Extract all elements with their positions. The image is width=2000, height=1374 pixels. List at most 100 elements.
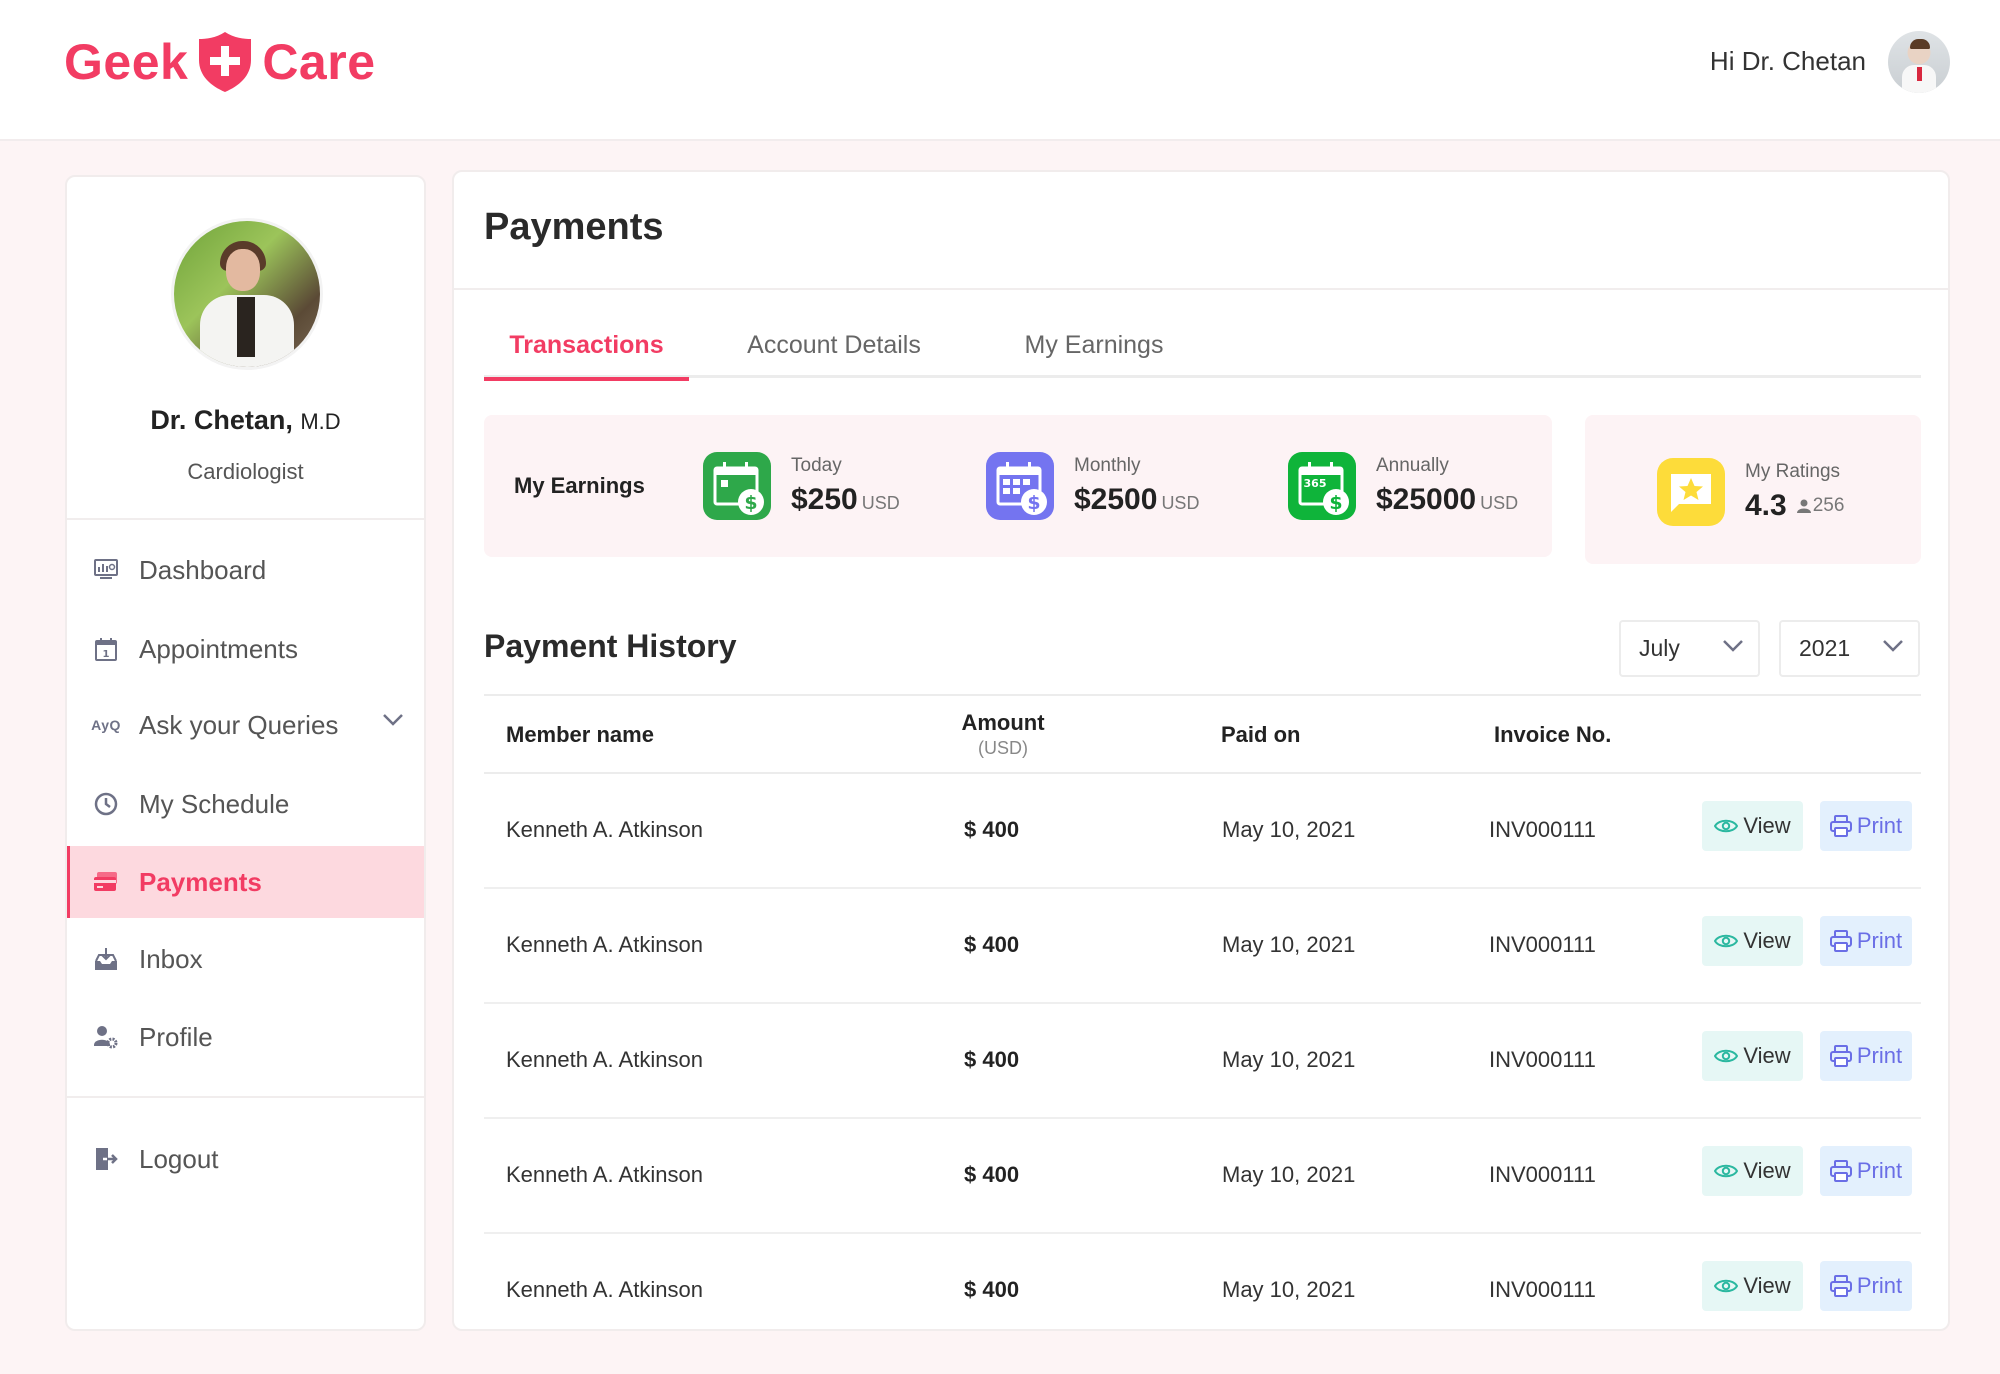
member-name: Kenneth A. Atkinson	[506, 1047, 703, 1072]
sidebar-item-payments[interactable]: Payments	[67, 846, 424, 918]
table-row: Kenneth A. Atkinson $ 400 May 10, 2021 I…	[484, 889, 1921, 1004]
column-amount-label: Amount	[961, 710, 1045, 735]
user-avatar[interactable]	[1888, 31, 1950, 93]
view-button[interactable]: View	[1702, 1261, 1803, 1311]
view-button[interactable]: View	[1702, 1031, 1803, 1081]
year-select-value: 2021	[1799, 635, 1851, 661]
doctor-name-text: Dr. Chetan,	[150, 405, 293, 435]
payment-history-title: Payment History	[484, 628, 737, 664]
table-row: Kenneth A. Atkinson $ 400 May 10, 2021 I…	[484, 1119, 1921, 1234]
brand-name-right: Care	[262, 34, 376, 90]
eye-icon	[1714, 1164, 1739, 1178]
amount: $ 400	[964, 817, 1020, 842]
stat-value: $25000	[1376, 483, 1477, 516]
column-amount-unit: (USD)	[978, 738, 1028, 758]
tab-my-earnings[interactable]: My Earnings	[999, 312, 1189, 378]
payment-history-table: Member name Amount (USD) Paid on Invoice…	[484, 694, 1921, 1349]
top-bar: Geek Care Hi Dr. Chetan	[0, 0, 2000, 141]
ratings-label: My Ratings	[1745, 461, 1841, 482]
invoice-no: INV000111	[1489, 1162, 1596, 1187]
view-button[interactable]: View	[1702, 1146, 1803, 1196]
print-button[interactable]: Print	[1820, 1031, 1912, 1081]
stat-value: $250	[791, 483, 858, 516]
view-label: View	[1743, 928, 1791, 953]
invoice-no: INV000111	[1489, 1277, 1596, 1302]
paid-on: May 10, 2021	[1222, 1047, 1356, 1072]
stat-value: $2500	[1074, 483, 1158, 516]
sidebar-item-label: Inbox	[139, 943, 203, 974]
svg-text:$: $	[1329, 492, 1342, 514]
amount: $ 400	[964, 1047, 1020, 1072]
tab-account-details[interactable]: Account Details	[719, 312, 949, 378]
column-invoice-no: Invoice No.	[1494, 722, 1612, 747]
paid-on: May 10, 2021	[1222, 817, 1356, 842]
payment-tabs: Transactions Account Details My Earnings	[484, 312, 1921, 381]
sidebar: Dr. Chetan, M.D Cardiologist Dashboard 1…	[65, 175, 426, 1331]
sidebar-item-profile[interactable]: Profile	[67, 1001, 424, 1073]
sidebar-item-appointments[interactable]: 1 Appointments	[67, 613, 424, 685]
svg-text:$: $	[1027, 492, 1040, 514]
print-label: Print	[1856, 1273, 1903, 1298]
earnings-summary: My Earnings $ Today $250 USD $ Monthly $2…	[484, 415, 1552, 557]
earnings-today: $ Today $250 USD	[703, 451, 900, 521]
column-paid-on: Paid on	[1221, 722, 1301, 747]
logout-button[interactable]: Logout	[67, 1123, 424, 1195]
sidebar-item-label: Ask your Queries	[139, 709, 339, 740]
sidebar-item-label: My Schedule	[139, 788, 290, 819]
paid-on: May 10, 2021	[1222, 1162, 1356, 1187]
stat-label: Today	[791, 455, 842, 476]
print-label: Print	[1856, 813, 1903, 838]
eye-icon	[1714, 819, 1739, 833]
member-name: Kenneth A. Atkinson	[506, 1277, 703, 1302]
month-select-value: July	[1639, 635, 1680, 661]
view-label: View	[1743, 1043, 1791, 1068]
print-label: Print	[1856, 1043, 1903, 1068]
chevron-down-icon[interactable]	[382, 713, 404, 727]
doctor-profile-photo	[174, 221, 320, 367]
month-select[interactable]: July	[1619, 620, 1760, 677]
invoice-no: INV000111	[1489, 932, 1596, 957]
table-row: Kenneth A. Atkinson $ 400 May 10, 2021 I…	[484, 1004, 1921, 1119]
paid-on: May 10, 2021	[1222, 932, 1356, 957]
print-button[interactable]: Print	[1820, 1261, 1912, 1311]
view-button[interactable]: View	[1702, 801, 1803, 851]
table-body: Kenneth A. Atkinson $ 400 May 10, 2021 I…	[484, 774, 1921, 1349]
sidebar-item-dashboard[interactable]: Dashboard	[67, 534, 424, 606]
sidebar-divider	[67, 518, 424, 520]
print-label: Print	[1856, 928, 1903, 953]
inbox-download-icon	[93, 946, 119, 972]
stat-label: Monthly	[1074, 455, 1141, 476]
table-row: Kenneth A. Atkinson $ 400 May 10, 2021 I…	[484, 774, 1921, 889]
print-button[interactable]: Print	[1820, 1146, 1912, 1196]
print-button[interactable]: Print	[1820, 916, 1912, 966]
column-member-name: Member name	[506, 722, 654, 747]
user-settings-icon	[93, 1024, 119, 1050]
sidebar-item-label: Profile	[139, 1021, 213, 1052]
logout-label: Logout	[139, 1143, 219, 1174]
sidebar-item-label: Payments	[139, 866, 262, 897]
stat-label: Annually	[1376, 455, 1449, 476]
title-divider	[454, 288, 1948, 290]
brand-logo[interactable]: Geek Care	[64, 28, 376, 96]
table-header: Member name Amount (USD) Paid on Invoice…	[484, 694, 1921, 774]
calendar-dollar-icon: $	[703, 452, 771, 520]
printer-icon	[1829, 1275, 1852, 1297]
page-title: Payments	[484, 206, 664, 248]
clock-icon	[93, 791, 119, 817]
sidebar-item-ask-queries[interactable]: AyQ Ask your Queries	[67, 689, 424, 761]
sidebar-item-my-schedule[interactable]: My Schedule	[67, 768, 424, 840]
view-button[interactable]: View	[1702, 916, 1803, 966]
doctor-degree: M.D	[300, 409, 341, 434]
member-name: Kenneth A. Atkinson	[506, 932, 703, 957]
user-greeting: Hi Dr. Chetan	[1709, 46, 1866, 76]
ratings-summary: My Ratings 4.3 256	[1585, 415, 1921, 564]
year-select[interactable]: 2021	[1779, 620, 1920, 677]
table-row: Kenneth A. Atkinson $ 400 May 10, 2021 I…	[484, 1234, 1921, 1349]
icon-365-text: 365	[1304, 477, 1327, 490]
tab-transactions[interactable]: Transactions	[484, 312, 689, 381]
sidebar-divider	[67, 1096, 424, 1098]
view-label: View	[1743, 1158, 1791, 1183]
sidebar-item-label: Appointments	[139, 633, 298, 664]
print-button[interactable]: Print	[1820, 801, 1912, 851]
sidebar-item-inbox[interactable]: Inbox	[67, 923, 424, 995]
